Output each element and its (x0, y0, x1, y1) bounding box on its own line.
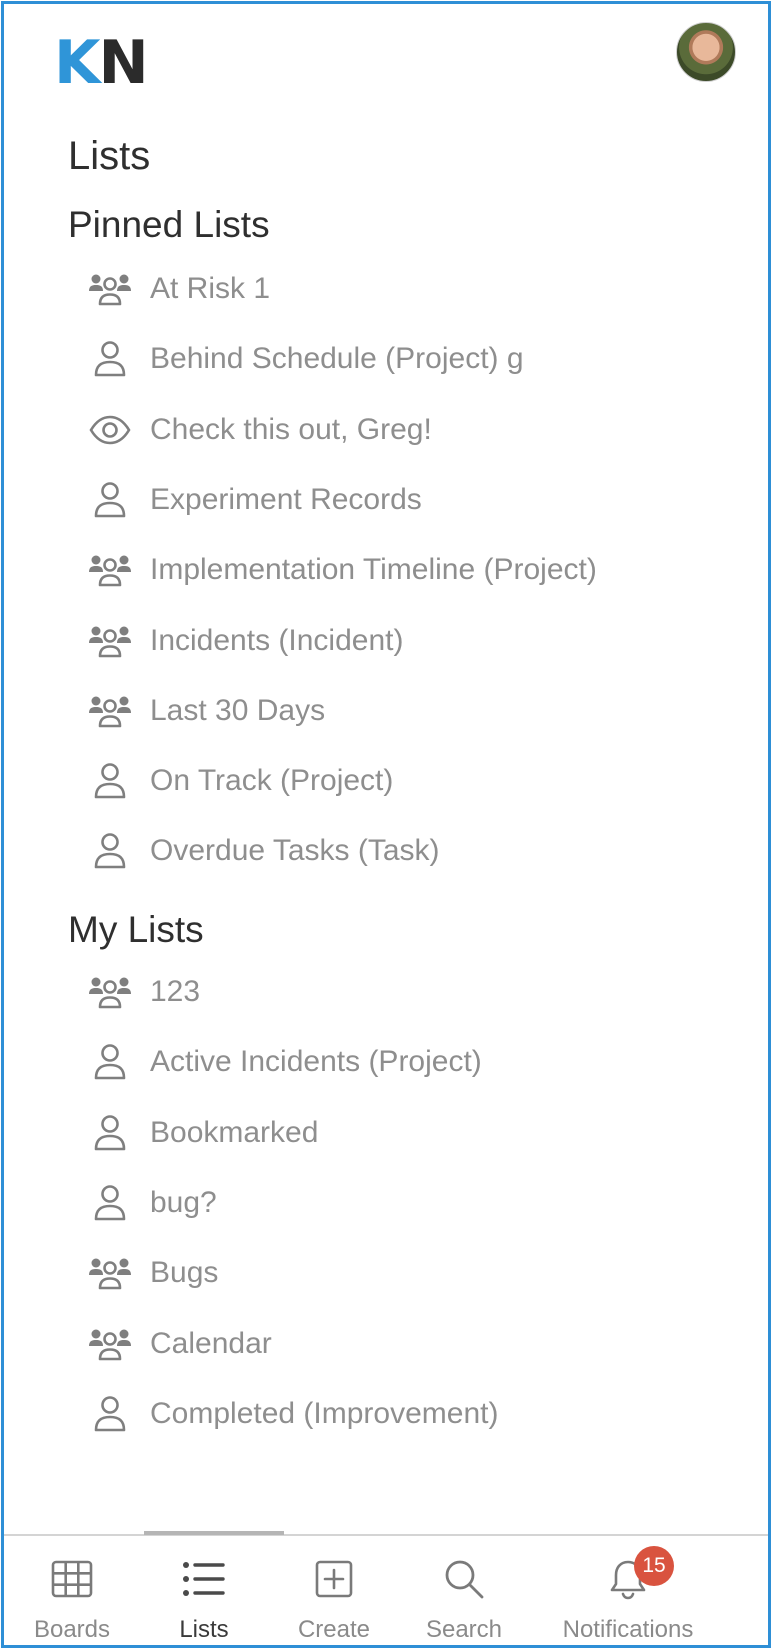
team-icon (84, 269, 136, 309)
logo-letter-k: K (54, 28, 100, 98)
plus-square-icon (315, 1554, 353, 1604)
bell-icon: 15 (608, 1546, 674, 1604)
person-icon (84, 339, 136, 379)
list-item[interactable]: Completed (Improvement) (84, 1384, 724, 1444)
nav-active-indicator (144, 1531, 284, 1535)
list-item-label: Bookmarked (150, 1115, 319, 1149)
nav-create[interactable]: Create (294, 1554, 374, 1644)
list-item-label: Experiment Records (150, 482, 422, 516)
list-item-label: Overdue Tasks (Task) (150, 834, 440, 868)
list-icon (182, 1554, 226, 1604)
list-item-label: At Risk 1 (150, 272, 271, 305)
avatar[interactable] (676, 22, 736, 82)
list-item[interactable]: Implementation Timeline (Project) (84, 540, 724, 600)
person-icon (84, 831, 136, 871)
list-item-label: On Track (Project) (150, 764, 394, 798)
nav-lists[interactable]: Lists (174, 1554, 234, 1644)
list-item[interactable]: Experiment Records (84, 470, 724, 530)
team-icon (84, 621, 136, 661)
list-item[interactable]: Bugs (84, 1243, 724, 1303)
nav-create-label: Create (297, 1616, 371, 1643)
list-item-label: Check this out, Greg! (150, 412, 432, 446)
team-icon (84, 550, 136, 590)
list-item-label: Completed (Improvement) (150, 1396, 499, 1430)
team-icon (84, 1324, 136, 1364)
logo-letter-n: N (98, 28, 149, 98)
nav-notifications-label: Notifications (562, 1616, 694, 1643)
person-icon (84, 480, 136, 520)
list-item[interactable]: Active Incidents (Project) (84, 1032, 724, 1092)
nav-lists-label: Lists (179, 1616, 229, 1643)
list-item[interactable]: Check this out, Greg! (84, 400, 724, 460)
list-item-label: Calendar (150, 1326, 272, 1360)
person-icon (84, 761, 136, 801)
nav-search-label: Search (425, 1616, 503, 1643)
app-frame: KN Lists Pinned Lists At Risk 1 Behind Sc… (1, 1, 771, 1648)
nav-boards-label: Boards (33, 1616, 111, 1643)
nav-boards[interactable]: Boards (32, 1554, 112, 1644)
team-icon (84, 691, 136, 731)
list-item[interactable]: Behind Schedule (Project) g (84, 329, 724, 389)
list-item-label: Active Incidents (Project) (150, 1045, 482, 1079)
list-item[interactable]: At Risk 1 (84, 259, 724, 319)
list-item[interactable]: On Track (Project) (84, 751, 724, 811)
eye-icon (84, 410, 136, 450)
person-icon (84, 1183, 136, 1223)
list-item[interactable]: Bookmarked (84, 1103, 724, 1163)
list-item-label: Incidents (Incident) (150, 623, 404, 657)
person-icon (84, 1113, 136, 1153)
list-item-label: 123 (150, 975, 201, 1008)
grid-icon (51, 1554, 93, 1604)
my-lists-heading: My Lists (68, 909, 204, 950)
notification-badge: 15 (634, 1546, 674, 1586)
list-item[interactable]: 123 (84, 962, 724, 1022)
list-item-label: Behind Schedule (Project) g (150, 342, 524, 376)
list-item[interactable]: Calendar (84, 1314, 724, 1374)
team-icon (84, 1253, 136, 1293)
app-logo[interactable]: KN (54, 28, 149, 98)
list-item[interactable]: bug? (84, 1173, 724, 1233)
search-icon (443, 1554, 485, 1604)
list-item[interactable]: Incidents (Incident) (84, 611, 724, 671)
person-icon (84, 1394, 136, 1434)
list-item-label: Implementation Timeline (Project) (150, 553, 597, 587)
person-icon (84, 1042, 136, 1082)
list-item-label: bug? (150, 1185, 217, 1219)
list-item-label: Bugs (150, 1256, 219, 1290)
page-title: Lists (68, 134, 151, 178)
nav-notifications[interactable]: 15 Notifications (556, 1546, 700, 1644)
nav-search[interactable]: Search (422, 1554, 506, 1644)
list-item[interactable]: Overdue Tasks (Task) (84, 821, 724, 881)
team-icon (84, 972, 136, 1012)
pinned-lists-heading: Pinned Lists (68, 204, 270, 245)
bottom-nav: Boards Lists Create Search 15 Notificati… (4, 1536, 768, 1645)
list-item[interactable]: Last 30 Days (84, 681, 724, 741)
list-item-label: Last 30 Days (150, 693, 326, 727)
